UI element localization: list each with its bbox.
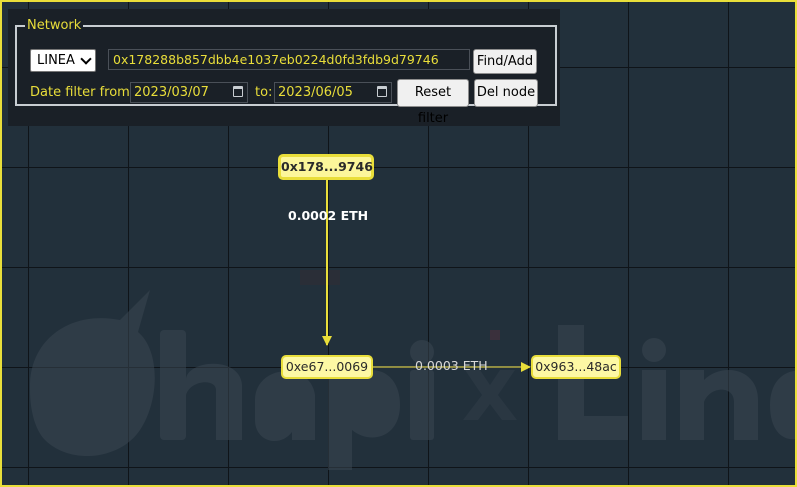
graph-node-right[interactable]: 0x963...48ac (531, 355, 621, 379)
find-add-button[interactable]: Find/Add (473, 49, 537, 74)
network-legend: Network (27, 18, 82, 33)
calendar-icon[interactable] (233, 86, 243, 97)
date-to-value: 2023/06/05 (278, 85, 353, 100)
del-node-button[interactable]: Del node (474, 79, 538, 107)
edge-label-mid-right: 0.0003 ETH (415, 358, 488, 373)
date-from-value: 2023/03/07 (134, 85, 209, 100)
chain-select[interactable]: LINEA (30, 49, 96, 72)
network-panel: Network LINEA 0x178288b857dbb4e1037eb022… (8, 9, 560, 126)
date-filter-from-label: Date filter from: (30, 85, 135, 100)
graph-node-root[interactable]: 0x178...9746 (278, 154, 374, 180)
date-from-input[interactable]: 2023/03/07 (130, 82, 248, 103)
address-input[interactable]: 0x178288b857dbb4e1037eb0224d0fd3fdb9d797… (108, 49, 470, 70)
reset-filter-button[interactable]: Reset filter (397, 79, 469, 126)
date-to-input[interactable]: 2023/06/05 (274, 82, 392, 103)
calendar-icon[interactable] (377, 86, 387, 97)
graph-canvas[interactable]: 0.0002 ETH 0.0003 ETH 0x178...9746 0xe67… (0, 0, 797, 487)
graph-node-mid[interactable]: 0xe67...0069 (281, 355, 373, 379)
chain-select-value: LINEA (37, 53, 75, 68)
edge-label-root-mid: 0.0002 ETH (288, 208, 369, 223)
date-to-label: to: (255, 85, 273, 100)
chevron-down-icon (80, 53, 92, 65)
